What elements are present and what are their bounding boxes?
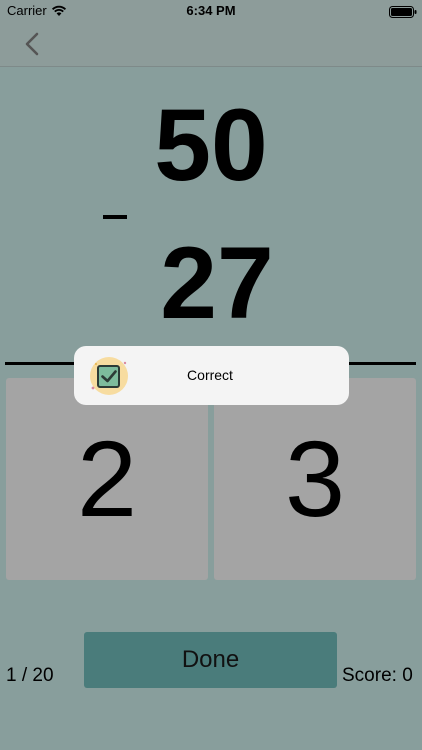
done-button[interactable]: Done bbox=[84, 632, 337, 688]
status-bar: Carrier 6:34 PM bbox=[0, 0, 422, 22]
chevron-left-icon bbox=[25, 32, 39, 56]
battery-icon bbox=[389, 5, 417, 18]
answer-digit-ones[interactable]: 3 bbox=[214, 378, 416, 580]
score-label: Score: 0 bbox=[342, 665, 413, 686]
correct-toast: Correct bbox=[74, 346, 349, 405]
toast-message: Correct bbox=[187, 367, 233, 383]
top-operand: 50 bbox=[154, 88, 268, 202]
checkbox-check-icon bbox=[88, 355, 130, 397]
minus-sign-icon bbox=[103, 215, 127, 219]
back-button[interactable] bbox=[18, 29, 48, 59]
navigation-bar bbox=[0, 22, 422, 67]
question-progress: 1 / 20 bbox=[6, 665, 54, 686]
bottom-operand: 27 bbox=[160, 226, 274, 340]
status-time: 6:34 PM bbox=[186, 3, 236, 18]
answer-digit-tens[interactable]: 2 bbox=[6, 378, 208, 580]
